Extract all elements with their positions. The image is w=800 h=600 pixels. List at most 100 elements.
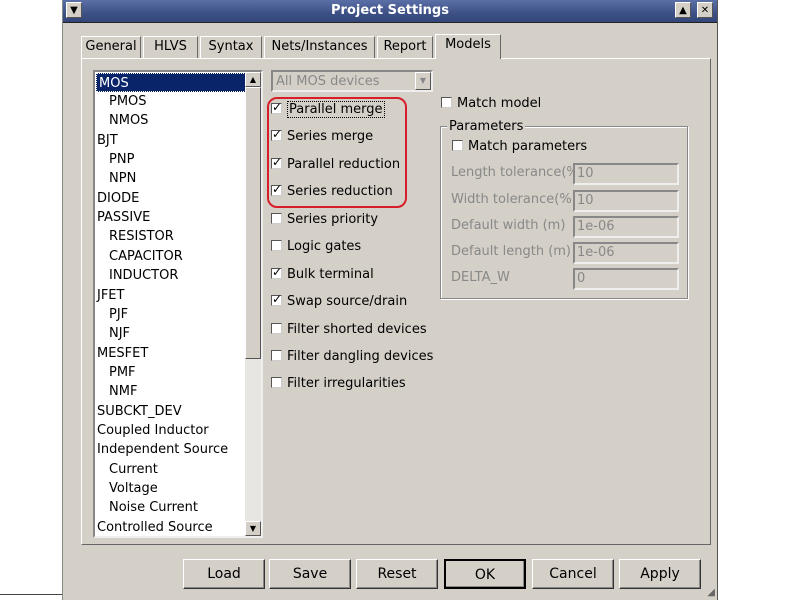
chevron-down-icon[interactable]: ▼ — [415, 72, 431, 90]
list-item-nmos[interactable]: NMOS — [109, 111, 148, 130]
list-item-mos[interactable]: MOS — [96, 73, 248, 92]
swap-source-drain-checkbox[interactable]: ✓ Swap source/drain — [271, 292, 408, 311]
device-list-scrollbar[interactable]: ▲ ▼ — [245, 72, 261, 536]
checkbox-box[interactable]: ✓ — [271, 182, 282, 196]
title-bar[interactable]: ▼ Project Settings ▲ ✕ — [63, 0, 717, 23]
list-item-current[interactable]: Current — [109, 460, 158, 479]
list-item-resistor[interactable]: RESISTOR — [109, 227, 174, 246]
delta-w-field[interactable]: 0 — [573, 268, 679, 290]
series-priority-checkbox[interactable]: Series priority — [271, 211, 378, 229]
checkbox-label: Parallel reduction — [287, 157, 401, 172]
filter-shorted-devices-checkbox[interactable]: Filter shorted devices — [271, 321, 427, 339]
bulk-terminal-checkbox[interactable]: ✓ Bulk terminal — [271, 265, 374, 284]
checkbox-box[interactable] — [271, 213, 282, 224]
series-reduction-checkbox[interactable]: ✓ Series reduction — [271, 182, 393, 201]
apply-button[interactable]: Apply — [619, 559, 701, 589]
list-item-nmf[interactable]: NMF — [109, 382, 137, 401]
match-parameters-checkbox[interactable]: Match parameters — [452, 138, 587, 156]
parameters-group-title: Parameters — [447, 119, 526, 134]
filter-irregularities-checkbox[interactable]: Filter irregularities — [271, 375, 406, 393]
save-button[interactable]: Save — [269, 559, 351, 589]
background-divider — [0, 594, 62, 595]
list-item-coupled-inductor[interactable]: Coupled Inductor — [97, 421, 209, 440]
list-item-mesfet[interactable]: MESFET — [97, 344, 148, 363]
checkbox-box[interactable]: ✓ — [271, 265, 282, 279]
maximize-icon[interactable]: ▲ — [675, 2, 691, 18]
tab-general[interactable]: General — [81, 36, 141, 58]
project-settings-window: ▼ Project Settings ▲ ✕ General HLVS Synt… — [62, 0, 718, 600]
checkbox-box[interactable] — [271, 240, 282, 251]
checkbox-label: Filter irregularities — [287, 376, 406, 391]
checkbox-label: Series priority — [287, 212, 379, 227]
series-merge-checkbox[interactable]: ✓ Series merge — [271, 127, 374, 146]
list-item-voltage[interactable]: Voltage — [109, 479, 158, 498]
length-tolerance-field[interactable]: 10 — [573, 163, 679, 185]
default-width-field[interactable]: 1e-06 — [573, 216, 679, 238]
list-item-passive[interactable]: PASSIVE — [97, 208, 150, 227]
close-icon[interactable]: ✕ — [697, 2, 713, 18]
list-item-njf[interactable]: NJF — [109, 324, 130, 343]
list-item-jfet[interactable]: JFET — [97, 286, 124, 305]
checkbox-box[interactable]: ✓ — [271, 127, 282, 141]
checkbox-label: Swap source/drain — [287, 294, 408, 309]
checkbox-box[interactable] — [271, 350, 282, 361]
checkbox-label: Series reduction — [287, 184, 393, 199]
list-item-capacitor[interactable]: CAPACITOR — [109, 247, 183, 266]
checkbox-label: Logic gates — [287, 239, 362, 254]
list-item-subckt-dev[interactable]: SUBCKT_DEV — [97, 402, 182, 421]
device-filter-dropdown[interactable]: All MOS devices ▼ — [271, 70, 433, 92]
checkbox-label: Parallel merge — [287, 101, 385, 118]
filter-dangling-devices-checkbox[interactable]: Filter dangling devices — [271, 348, 433, 366]
ok-button[interactable]: OK — [444, 559, 526, 589]
list-item-pnp[interactable]: PNP — [109, 150, 134, 169]
resize-grip-icon[interactable]: ◢ — [707, 587, 715, 598]
load-button[interactable]: Load — [183, 559, 265, 589]
tab-hlvs[interactable]: HLVS — [143, 36, 198, 58]
scroll-thumb[interactable] — [245, 87, 261, 359]
device-filter-value: All MOS devices — [276, 74, 380, 89]
checkbox-box[interactable]: ✓ — [271, 292, 282, 306]
default-length-field[interactable]: 1e-06 — [573, 242, 679, 264]
checkbox-label: Filter dangling devices — [287, 349, 434, 364]
width-tolerance-field[interactable]: 10 — [573, 190, 679, 212]
checkbox-label: Filter shorted devices — [287, 322, 427, 337]
checkbox-label: Bulk terminal — [287, 267, 374, 282]
device-type-list[interactable]: MOS PMOS NMOS BJT PNP NPN DIODE PASSIVE … — [93, 70, 263, 538]
tab-report[interactable]: Report — [377, 36, 433, 58]
default-length-label: Default length (m) — [451, 244, 572, 259]
logic-gates-checkbox[interactable]: Logic gates — [271, 238, 361, 256]
checkbox-label: Match parameters — [468, 139, 588, 154]
checkbox-label: Match model — [457, 96, 542, 111]
checkbox-box[interactable]: ✓ — [271, 155, 282, 169]
list-item-diode[interactable]: DIODE — [97, 189, 139, 208]
checkbox-label: Series merge — [287, 129, 374, 144]
cancel-button[interactable]: Cancel — [532, 559, 614, 589]
list-item-pmos[interactable]: PMOS — [109, 92, 147, 111]
checkbox-box[interactable] — [271, 323, 282, 334]
list-item-inductor[interactable]: INDUCTOR — [109, 266, 178, 285]
tab-models[interactable]: Models — [435, 34, 501, 59]
reset-button[interactable]: Reset — [356, 559, 438, 589]
match-model-checkbox[interactable]: Match model — [441, 95, 541, 113]
list-item-noise-current[interactable]: Noise Current — [109, 498, 198, 517]
delta-w-label: DELTA_W — [451, 270, 510, 285]
length-tolerance-label: Length tolerance(%) — [451, 165, 584, 180]
default-width-label: Default width (m) — [451, 218, 566, 233]
checkbox-box[interactable] — [441, 97, 452, 108]
list-item-npn[interactable]: NPN — [109, 169, 136, 188]
window-title: Project Settings — [331, 3, 449, 18]
tab-nets-instances[interactable]: Nets/Instances — [264, 36, 375, 58]
scroll-down-icon[interactable]: ▼ — [245, 521, 261, 536]
checkbox-box[interactable] — [271, 377, 282, 388]
tab-syntax[interactable]: Syntax — [200, 36, 262, 58]
scroll-up-icon[interactable]: ▲ — [245, 72, 261, 87]
list-item-pmf[interactable]: PMF — [109, 363, 136, 382]
list-item-controlled-source[interactable]: Controlled Source — [97, 518, 213, 536]
checkbox-box[interactable] — [452, 140, 463, 151]
parallel-reduction-checkbox[interactable]: ✓ Parallel reduction — [271, 155, 401, 174]
list-item-independent-source[interactable]: Independent Source — [97, 440, 228, 459]
list-item-pjf[interactable]: PJF — [109, 305, 128, 324]
checkbox-box[interactable]: ✓ — [271, 100, 282, 114]
parallel-merge-checkbox[interactable]: ✓ Parallel merge — [271, 100, 385, 119]
list-item-bjt[interactable]: BJT — [97, 131, 118, 150]
